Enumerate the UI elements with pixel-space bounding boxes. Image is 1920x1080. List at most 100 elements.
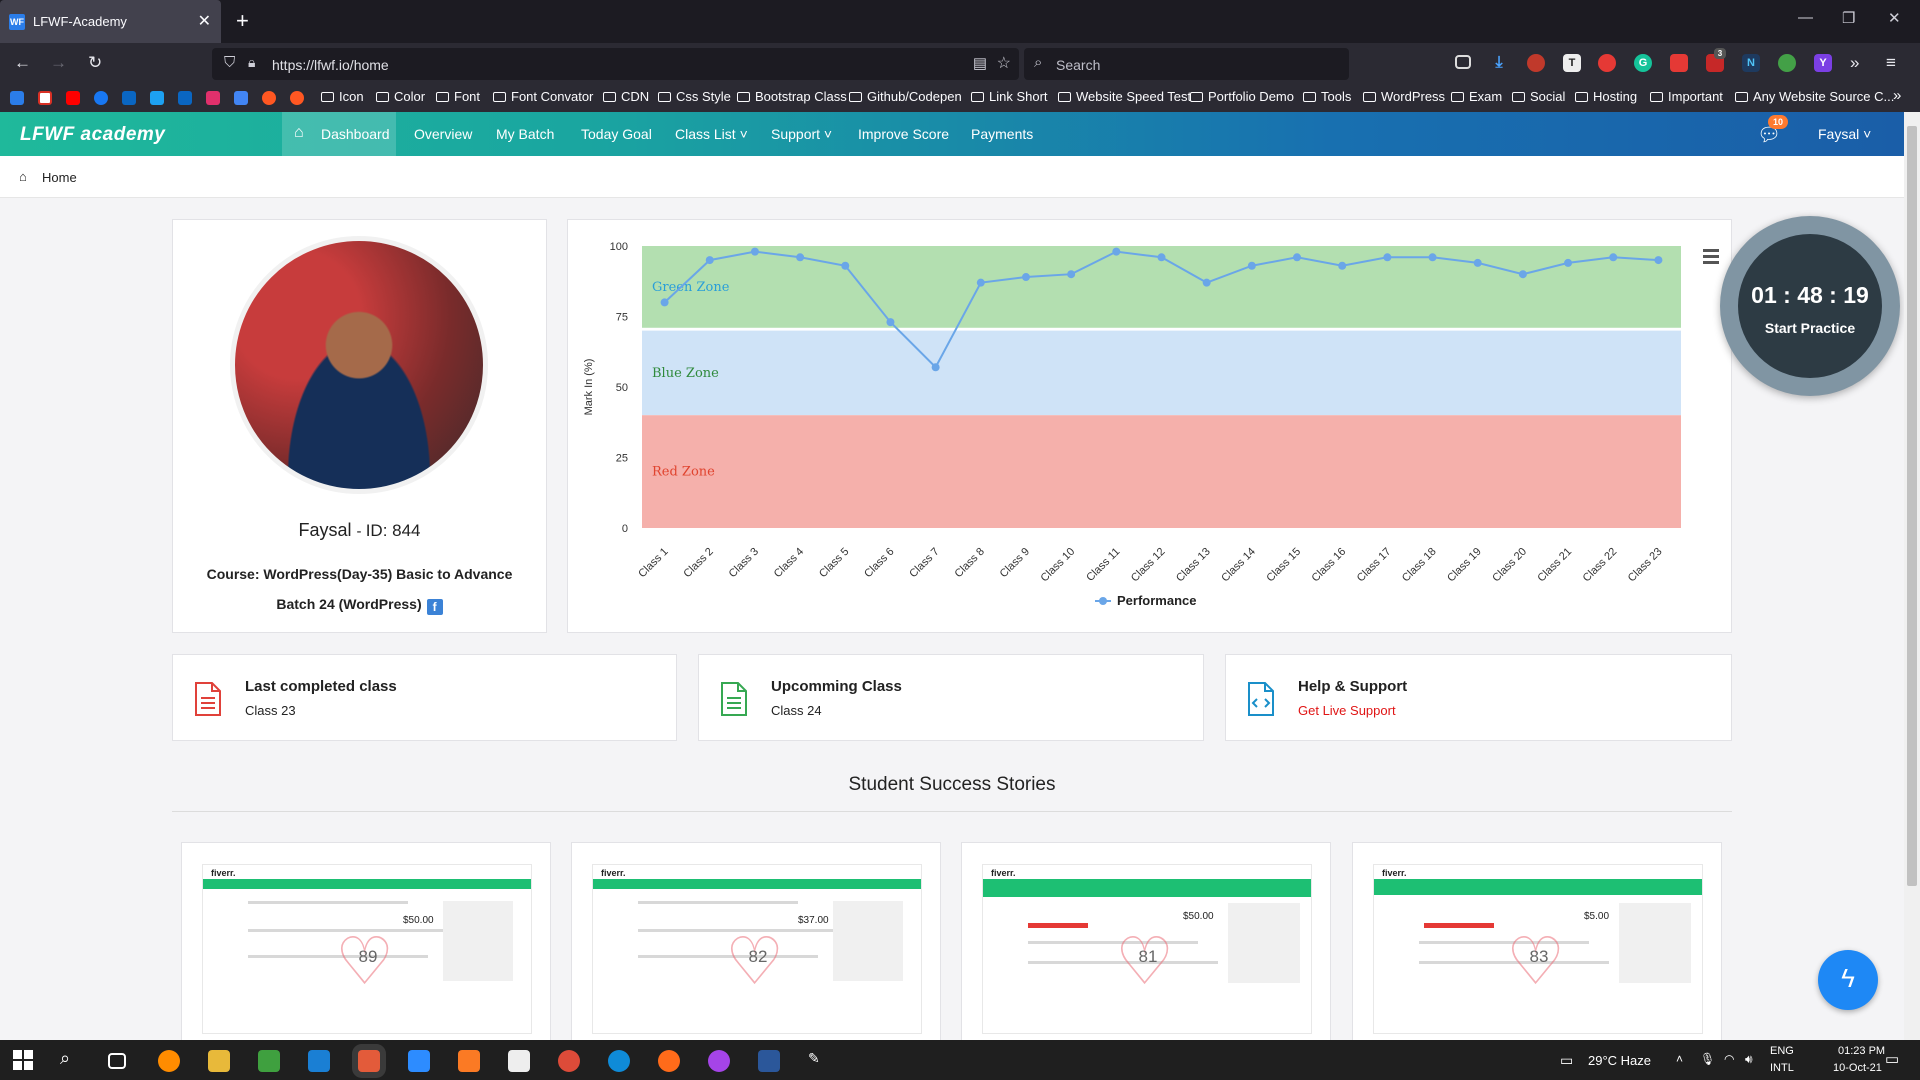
- codepen-icon-2[interactable]: [290, 91, 304, 105]
- word-icon[interactable]: [758, 1050, 780, 1072]
- help-support-card[interactable]: Help & Support Get Live Support: [1225, 654, 1732, 741]
- bookmark-folder-17[interactable]: Any Website Source C...: [1735, 89, 1894, 104]
- scrollbar-thumb[interactable]: [1907, 126, 1917, 886]
- nav-improve-score[interactable]: Improve Score: [858, 126, 949, 142]
- nav-class-list[interactable]: Class List ˅: [675, 126, 748, 142]
- bookmark-folder-12[interactable]: WordPress: [1363, 89, 1445, 104]
- bookmark-folder-4[interactable]: CDN: [603, 89, 649, 104]
- chrome-icon[interactable]: [558, 1050, 580, 1072]
- file-explorer-icon[interactable]: [208, 1050, 230, 1072]
- home-icon[interactable]: ⌂: [19, 169, 27, 184]
- tray-chevron-icon[interactable]: ˄: [1676, 1052, 1683, 1066]
- hamburger-menu-icon[interactable]: ≡: [1886, 53, 1896, 73]
- zoom-icon[interactable]: [408, 1050, 430, 1072]
- taskbar-app-icon[interactable]: [158, 1050, 180, 1072]
- search-box[interactable]: ⌕ Search: [1024, 48, 1349, 80]
- get-live-support-link[interactable]: Get Live Support: [1298, 703, 1396, 718]
- last-completed-class-card[interactable]: Last completed class Class 23: [172, 654, 677, 741]
- nav-support[interactable]: Support ˅: [771, 126, 832, 142]
- messenger-app-icon[interactable]: [708, 1050, 730, 1072]
- download-icon[interactable]: ⤓: [1490, 54, 1508, 72]
- task-view-icon[interactable]: [108, 1053, 126, 1069]
- grammarly-icon[interactable]: G: [1634, 54, 1652, 72]
- bookmark-folder-0[interactable]: Icon: [321, 89, 364, 104]
- new-tab-icon[interactable]: +: [236, 8, 249, 34]
- close-window-icon[interactable]: ✕: [1888, 9, 1901, 27]
- twitter-icon[interactable]: [150, 91, 164, 105]
- bookmark-folder-11[interactable]: Tools: [1303, 89, 1351, 104]
- forward-icon[interactable]: →: [50, 53, 67, 73]
- notification-center-icon[interactable]: ▭: [1885, 1050, 1899, 1068]
- shield-icon[interactable]: ⛉: [224, 54, 235, 71]
- breadcrumb-home[interactable]: Home: [42, 170, 77, 185]
- bookmark-folder-6[interactable]: Bootstrap Class: [737, 89, 847, 104]
- bookmark-folder-3[interactable]: Font Convator: [493, 89, 593, 104]
- minimize-icon[interactable]: —: [1798, 9, 1813, 26]
- bookmark-folder-16[interactable]: Important: [1650, 89, 1723, 104]
- microphone-icon[interactable]: 🎙︎: [1700, 1052, 1715, 1066]
- clock-date[interactable]: 10-Oct-21: [1833, 1062, 1882, 1074]
- notepad-icon[interactable]: [508, 1050, 530, 1072]
- extension-icon-6[interactable]: [1778, 54, 1796, 72]
- nav-overview[interactable]: Overview: [414, 126, 472, 142]
- camtasia-icon[interactable]: [258, 1050, 280, 1072]
- edge-icon[interactable]: [608, 1050, 630, 1072]
- weather-icon[interactable]: ▭: [1560, 1052, 1573, 1069]
- windows-start-icon[interactable]: [12, 1049, 34, 1071]
- page-scrollbar[interactable]: [1904, 112, 1920, 1040]
- bookmark-folder-10[interactable]: Portfolio Demo: [1190, 89, 1294, 104]
- story-card[interactable]: fiverr. $5.00 ♡ 83: [1352, 842, 1722, 1042]
- language-indicator[interactable]: ENG: [1770, 1045, 1794, 1057]
- reader-view-icon[interactable]: ▤: [973, 54, 987, 72]
- bookmark-star-icon[interactable]: ☆: [997, 53, 1011, 73]
- vscode-icon[interactable]: [308, 1050, 330, 1072]
- bookmark-folder-5[interactable]: Css Style: [658, 89, 731, 104]
- bookmark-folder-15[interactable]: Hosting: [1575, 89, 1637, 104]
- bookmark-folder-8[interactable]: Link Short: [971, 89, 1048, 104]
- user-menu[interactable]: Faysal ˅: [1818, 126, 1871, 142]
- messenger-button[interactable]: ϟ: [1818, 950, 1878, 1010]
- practice-timer[interactable]: 01 : 48 : 19 Start Practice: [1720, 216, 1900, 396]
- extension-icon-3[interactable]: [1598, 54, 1616, 72]
- story-card[interactable]: fiverr. $37.00 ♡ 82: [571, 842, 941, 1042]
- back-icon[interactable]: ←: [14, 53, 31, 73]
- gmail-icon[interactable]: [38, 91, 52, 105]
- bookmark-folder-2[interactable]: Font: [436, 89, 480, 104]
- yoast-icon[interactable]: Y: [1814, 54, 1832, 72]
- clock-time[interactable]: 01:23 PM: [1838, 1045, 1885, 1057]
- xampp-icon[interactable]: [458, 1050, 480, 1072]
- nav-payments[interactable]: Payments: [971, 126, 1033, 142]
- bookmark-folder-1[interactable]: Color: [376, 89, 425, 104]
- restore-icon[interactable]: ❐: [1842, 9, 1855, 27]
- screenshot-icon[interactable]: [1670, 54, 1688, 72]
- firefox-icon[interactable]: [658, 1050, 680, 1072]
- facebook-icon[interactable]: [94, 91, 108, 105]
- app-logo[interactable]: LFWF academy: [20, 124, 165, 146]
- extension-icon-2[interactable]: T: [1563, 54, 1581, 72]
- extension-icon-1[interactable]: [1527, 54, 1545, 72]
- url-text[interactable]: https://lfwf.io/home: [272, 57, 389, 73]
- taskbar-app-active-icon[interactable]: [358, 1050, 380, 1072]
- more-tools-icon[interactable]: »: [1850, 53, 1859, 73]
- nav-today-goal[interactable]: Today Goal: [581, 126, 652, 142]
- lock-icon[interactable]: 🔒︎: [248, 54, 255, 71]
- nav-dashboard[interactable]: ⌂ Dashboard: [282, 112, 396, 156]
- linkedin-icon-2[interactable]: [178, 91, 192, 105]
- bookmark-folder-13[interactable]: Exam: [1451, 89, 1502, 104]
- extension-icon-5[interactable]: N: [1742, 54, 1760, 72]
- keyboard-layout[interactable]: INTL: [1770, 1062, 1794, 1074]
- volume-icon[interactable]: 🔊︎: [1745, 1052, 1753, 1067]
- youtube-icon[interactable]: [66, 91, 80, 105]
- instagram-icon[interactable]: [206, 91, 220, 105]
- reload-icon[interactable]: ↻: [88, 53, 102, 73]
- story-card[interactable]: fiverr. $50.00 ♡ 89: [181, 842, 551, 1042]
- browser-tab[interactable]: WF LFWF-Academy ✕: [0, 0, 221, 43]
- bookmark-folder-9[interactable]: Website Speed Test: [1058, 89, 1191, 104]
- close-tab-icon[interactable]: ✕: [198, 11, 211, 31]
- bookmark-wf-icon[interactable]: [10, 91, 24, 105]
- wifi-icon[interactable]: ◠: [1724, 1052, 1734, 1066]
- pen-tool-icon[interactable]: ✎: [808, 1050, 830, 1072]
- codepen-icon[interactable]: [262, 91, 276, 105]
- more-bookmarks-icon[interactable]: »: [1893, 87, 1901, 104]
- bookmark-folder-7[interactable]: Github/Codepen: [849, 89, 962, 104]
